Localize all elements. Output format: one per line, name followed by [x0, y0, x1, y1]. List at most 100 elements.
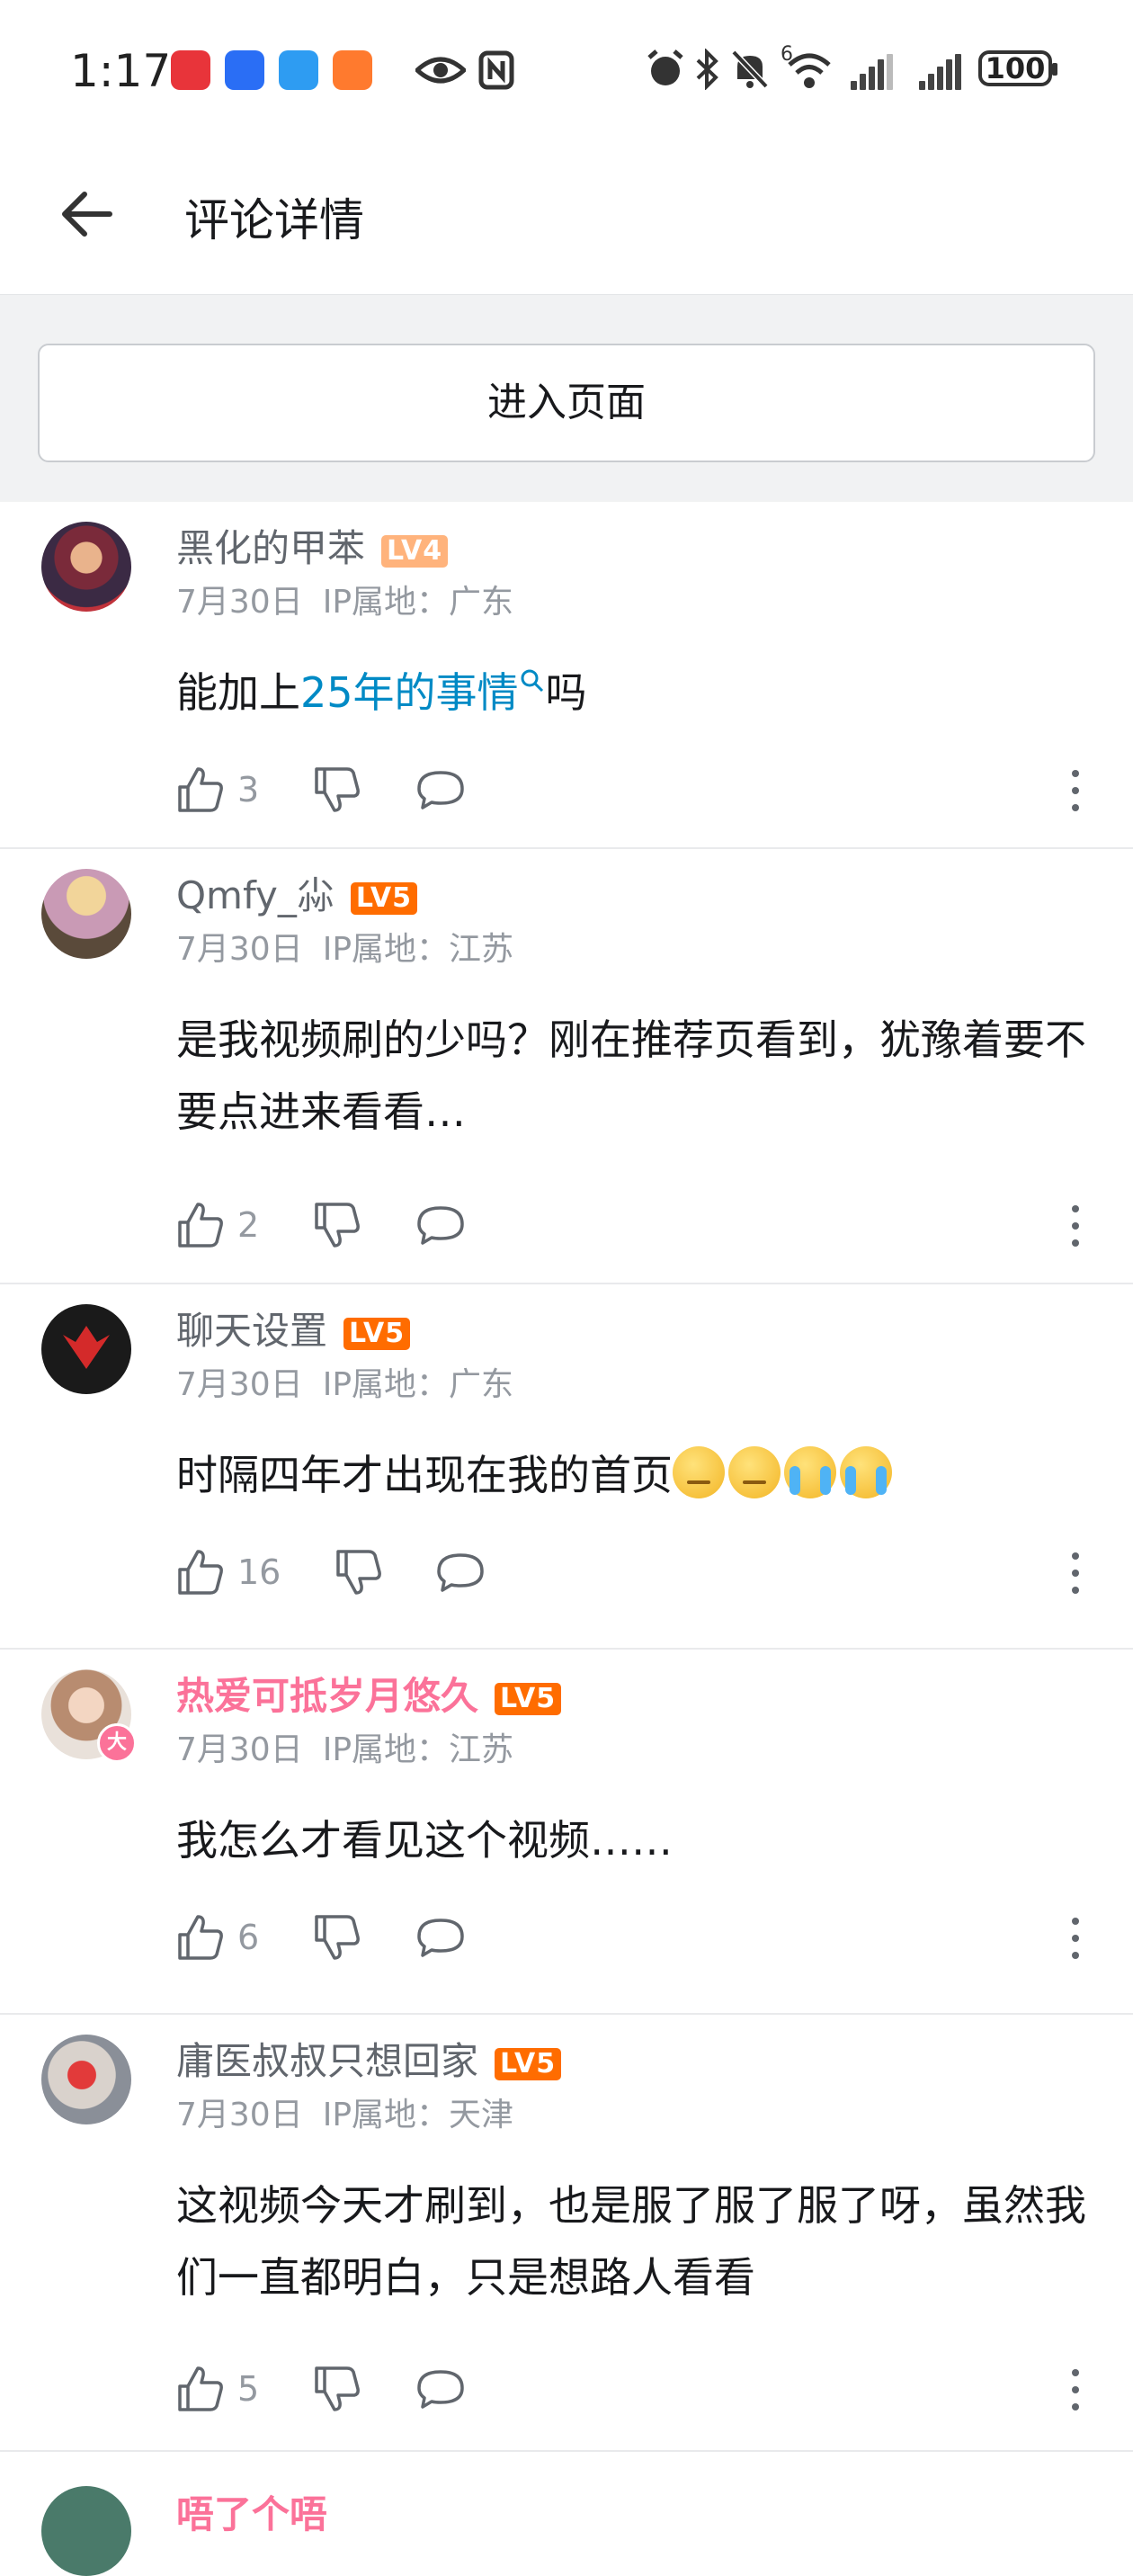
- pensive-emoji-icon: [673, 1446, 725, 1498]
- avatar[interactable]: [41, 522, 131, 612]
- partial-comment-item: 唔了个唔: [0, 2454, 1133, 2576]
- comment-date: 7月30日: [176, 1731, 303, 1768]
- comment-actions: 2: [176, 1198, 1084, 1252]
- like-button[interactable]: 16: [176, 1545, 281, 1599]
- level-badge: LV4: [381, 534, 449, 568]
- like-count: 16: [237, 1552, 281, 1592]
- like-button[interactable]: 6: [176, 1910, 259, 1964]
- dislike-button[interactable]: [313, 1910, 361, 1964]
- eye-icon: [415, 57, 466, 84]
- username-text[interactable]: Qmfy_尛: [176, 873, 335, 917]
- ip-location: IP属地：广东: [322, 584, 514, 621]
- thumb-down-icon: [315, 1915, 360, 1960]
- avatar[interactable]: 大: [41, 1669, 137, 1763]
- more-options-icon[interactable]: [1066, 1203, 1084, 1248]
- comment-text: 时隔四年才出现在我的首页: [176, 1439, 1093, 1511]
- like-count: 6: [237, 1918, 260, 1957]
- username[interactable]: 聊天设置 LV5: [176, 1301, 411, 1355]
- dislike-button[interactable]: [335, 1545, 383, 1599]
- ip-location: IP属地：广东: [322, 1366, 514, 1403]
- dislike-button[interactable]: [313, 2362, 361, 2416]
- like-count: 3: [237, 770, 260, 809]
- wifi-icon: [788, 53, 831, 88]
- more-options-icon[interactable]: [1066, 768, 1084, 813]
- like-count: 5: [237, 2369, 260, 2409]
- avatar[interactable]: [41, 2486, 131, 2576]
- comment-date: 7月30日: [176, 931, 303, 968]
- vip-badge: 大: [97, 1723, 137, 1763]
- level-badge: LV5: [495, 1682, 562, 1715]
- comment-actions: 3: [176, 763, 1084, 817]
- username-text[interactable]: 黑化的甲苯: [176, 526, 365, 570]
- dislike-button[interactable]: [313, 1198, 361, 1252]
- avatar-emblem-icon: [63, 1326, 110, 1369]
- avatar[interactable]: [41, 2035, 131, 2124]
- mute-icon: [731, 49, 769, 89]
- ip-location: IP属地：天津: [322, 2097, 514, 2133]
- comment-meta: 7月30日 IP属地：江苏: [176, 1723, 513, 1770]
- crying-emoji-icon: [784, 1446, 836, 1498]
- top-app-bar: 评论详情: [0, 139, 1133, 295]
- more-options-icon[interactable]: [1066, 1916, 1084, 1961]
- thumb-up-icon: [178, 1550, 223, 1595]
- username[interactable]: 热爱可抵岁月悠久 LV5: [176, 1666, 562, 1721]
- comment-actions: 5: [176, 2362, 1084, 2416]
- comment-bubble-icon: [417, 1206, 464, 1245]
- comment-text: 是我视频刷的少吗？刚在推荐页看到，犹豫着要不要点进来看看…: [176, 1015, 1086, 1136]
- comment-text: 能加上25年的事情吗: [176, 657, 1093, 729]
- username[interactable]: 唔了个唔: [176, 2484, 327, 2539]
- ip-location: IP属地：江苏: [322, 1731, 514, 1768]
- thumb-up-icon: [178, 1203, 223, 1248]
- comment-meta: 7月30日 IP属地：江苏: [176, 923, 513, 970]
- comment-text: 这视频今天才刷到，也是服了服了服了呀，虽然我们一直都明白，只是想路人看看: [176, 2181, 1086, 2302]
- comment-item: 聊天设置 LV5 7月30日 IP属地：广东 时隔四年才出现在我的首页 16: [0, 1284, 1133, 1650]
- reply-button[interactable]: [415, 2362, 466, 2416]
- level-badge: LV5: [343, 1317, 411, 1350]
- avatar[interactable]: [41, 1304, 131, 1394]
- like-count: 2: [237, 1205, 260, 1245]
- back-arrow-icon[interactable]: [56, 183, 119, 246]
- comment-item: Qmfy_尛 LV5 7月30日 IP属地：江苏 是我视频刷的少吗？刚在推荐页看到，…: [0, 849, 1133, 1284]
- browser-icon: [225, 50, 264, 90]
- battery-indicator: 100: [978, 50, 1057, 86]
- level-badge: LV5: [350, 881, 417, 915]
- dislike-button[interactable]: [313, 763, 361, 817]
- username[interactable]: 庸医叔叔只想回家 LV5: [176, 2031, 562, 2086]
- pensive-emoji-icon: [728, 1446, 781, 1498]
- comment-text-part: 能加上: [176, 668, 300, 717]
- comment-date: 7月30日: [176, 1366, 303, 1403]
- reply-button[interactable]: [435, 1545, 486, 1599]
- like-button[interactable]: 2: [176, 1198, 259, 1252]
- status-time: 1:17: [70, 45, 172, 97]
- thumb-up-icon: [178, 767, 223, 812]
- username-text[interactable]: 热爱可抵岁月悠久: [176, 1674, 478, 1718]
- comment-bubble-icon: [417, 771, 464, 809]
- ip-location: IP属地：江苏: [322, 931, 514, 968]
- message-icon: [279, 50, 318, 90]
- username-text[interactable]: 聊天设置: [176, 1309, 327, 1353]
- comment-meta: 7月30日 IP属地：天津: [176, 2089, 513, 2135]
- like-button[interactable]: 5: [176, 2362, 259, 2416]
- thumb-down-icon: [315, 1203, 360, 1248]
- thumb-down-icon: [336, 1550, 381, 1595]
- avatar[interactable]: [41, 869, 131, 959]
- reply-button[interactable]: [415, 763, 466, 817]
- more-options-icon[interactable]: [1066, 2367, 1084, 2412]
- level-badge: LV5: [495, 2047, 562, 2080]
- more-options-icon[interactable]: [1066, 1551, 1084, 1596]
- search-link[interactable]: 25年的事情: [300, 668, 546, 717]
- reply-button[interactable]: [415, 1910, 466, 1964]
- comment-bubble-icon: [437, 1553, 484, 1592]
- search-link-text[interactable]: 25年的事情: [300, 668, 519, 717]
- enter-page-button[interactable]: 进入页面: [38, 344, 1095, 462]
- like-button[interactable]: 3: [176, 763, 259, 817]
- thumb-down-icon: [315, 767, 360, 812]
- signal-icon: [919, 54, 962, 90]
- alarm-icon: [647, 49, 683, 85]
- reply-button[interactable]: [415, 1198, 466, 1252]
- crying-emoji-icon: [840, 1446, 892, 1498]
- status-bar: 1:17 6 100: [0, 0, 1133, 139]
- username[interactable]: Qmfy_尛 LV5: [176, 865, 417, 920]
- username[interactable]: 黑化的甲苯 LV4: [176, 518, 449, 573]
- username-text[interactable]: 庸医叔叔只想回家: [176, 2039, 478, 2083]
